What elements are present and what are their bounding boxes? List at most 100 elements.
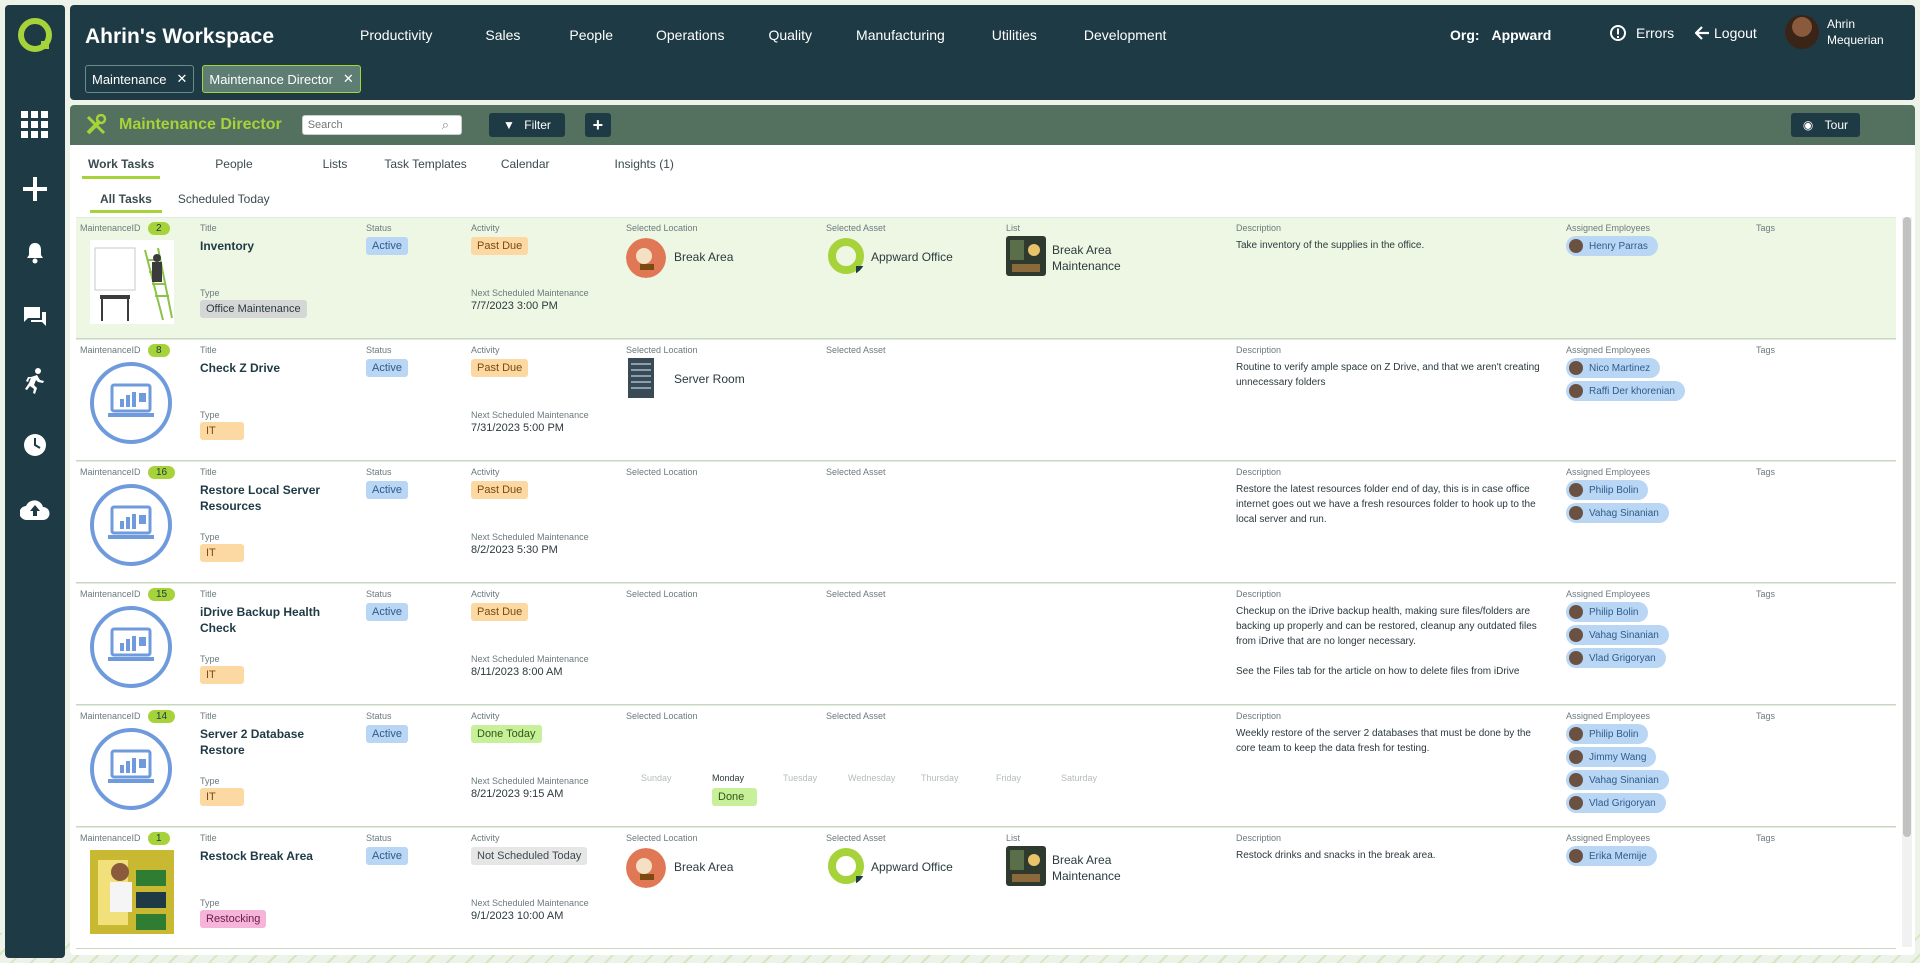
bell-icon[interactable] (13, 231, 57, 275)
nav-quality[interactable]: Quality (768, 27, 812, 43)
maintenance-id-badge: 8 (148, 344, 170, 357)
next-maintenance-date: 9/1/2023 10:00 AM (471, 910, 564, 922)
chip-maintenance[interactable]: Maintenance ✕ (85, 65, 195, 93)
table-row[interactable]: MaintenanceID 1 Title Restock Break Area… (76, 827, 1896, 949)
nav-people[interactable]: People (569, 27, 613, 43)
label-list: List (1006, 223, 1021, 233)
nav-manufacturing[interactable]: Manufacturing (856, 27, 945, 43)
label-list: List (1006, 833, 1021, 843)
employee-chip[interactable]: Philip Bolin (1566, 724, 1649, 744)
nav-productivity[interactable]: Productivity (360, 27, 432, 43)
table-row[interactable]: MaintenanceID 2 Title Inventory Type Off… (76, 217, 1896, 339)
tab-insights[interactable]: Insights (1) (615, 157, 674, 179)
employee-name: Vlad Grigoryan (1589, 797, 1656, 809)
search-icon[interactable]: ⌕ (442, 117, 449, 133)
task-title[interactable]: Check Z Drive (200, 360, 340, 376)
tour-button[interactable]: ◉ Tour (1790, 113, 1860, 137)
nav-development[interactable]: Development (1084, 27, 1167, 43)
label-maintenance-id: MaintenanceID (80, 223, 141, 233)
chip-maintenance-director[interactable]: Maintenance Director ✕ (202, 65, 361, 93)
table-row[interactable]: MaintenanceID 16 Title Restore Local Ser… (76, 461, 1896, 583)
task-title[interactable]: iDrive Backup Health Check (200, 604, 340, 636)
nav-operations[interactable]: Operations (656, 27, 724, 43)
employee-chip[interactable]: Vahag Sinanian (1566, 770, 1669, 790)
employee-chip[interactable]: Vahag Sinanian (1566, 503, 1669, 523)
task-description: Routine to verify ample space on Z Drive… (1236, 362, 1540, 388)
tour-label: Tour (1824, 118, 1848, 132)
appward-office-logo[interactable] (826, 846, 866, 886)
task-title[interactable]: Restore Local Server Resources (200, 482, 340, 514)
employee-chip[interactable]: Henry Parras (1566, 236, 1658, 256)
running-person-icon[interactable] (13, 359, 57, 403)
table-row[interactable]: MaintenanceID 8 Title Check Z Drive Type… (76, 339, 1896, 461)
tab-calendar[interactable]: Calendar (501, 157, 550, 179)
break-area-image[interactable] (626, 238, 666, 278)
plus-icon: + (592, 114, 604, 135)
scrollbar-thumb[interactable] (1903, 217, 1911, 837)
subtab-all-tasks[interactable]: All Tasks (90, 192, 162, 213)
break-area-image[interactable] (626, 848, 666, 888)
cloud-upload-icon[interactable] (13, 487, 57, 531)
close-icon[interactable]: ✕ (176, 71, 187, 87)
tab-work-tasks[interactable]: Work Tasks (82, 157, 161, 179)
tab-bar: Work Tasks People Lists Task Templates C… (82, 157, 674, 179)
employee-chip[interactable]: Vahag Sinanian (1566, 625, 1669, 645)
nav-sales[interactable]: Sales (485, 27, 520, 43)
appward-logo[interactable] (17, 17, 53, 53)
list-name[interactable]: Break Area Maintenance (1052, 852, 1142, 884)
avatar (1569, 750, 1583, 764)
tab-people[interactable]: People (215, 157, 252, 179)
maintenance-id-badge: 16 (148, 466, 176, 479)
next-maintenance-date: 8/21/2023 9:15 AM (471, 788, 564, 800)
employee-chip[interactable]: Erika Memije (1566, 846, 1657, 866)
label-maintenance-id: MaintenanceID (80, 345, 141, 355)
label-description: Description (1236, 589, 1282, 599)
task-title[interactable]: Inventory (200, 238, 340, 254)
scrollbar[interactable] (1902, 217, 1912, 947)
task-title[interactable]: Restock Break Area (200, 848, 340, 864)
label-next-maintenance: Next Scheduled Maintenance (471, 410, 589, 420)
employee-chip[interactable]: Raffi Der khorenian (1566, 381, 1685, 401)
add-task-button[interactable]: + (584, 113, 611, 137)
employee-chip[interactable]: Nico Martinez (1566, 358, 1661, 378)
label-description: Description (1236, 467, 1282, 477)
label-asset: Selected Asset (826, 345, 886, 355)
break-area-list-image[interactable] (1006, 236, 1046, 276)
errors-button[interactable]: Errors (1610, 25, 1674, 41)
location-name[interactable]: Server Room (674, 372, 745, 386)
appward-office-logo[interactable] (826, 236, 866, 276)
list-name[interactable]: Break Area Maintenance (1052, 242, 1142, 274)
filter-icon: ▼ (503, 118, 515, 132)
location-name[interactable]: Break Area (674, 860, 733, 874)
employee-chip[interactable]: Vlad Grigoryan (1566, 648, 1666, 668)
tab-task-templates[interactable]: Task Templates (384, 157, 466, 179)
filter-button[interactable]: ▼ Filter (489, 113, 565, 137)
employee-chip[interactable]: Philip Bolin (1566, 480, 1649, 500)
add-icon[interactable] (13, 167, 57, 211)
task-title[interactable]: Server 2 Database Restore (200, 726, 340, 758)
subtab-scheduled-today[interactable]: Scheduled Today (178, 192, 270, 213)
table-row[interactable]: MaintenanceID 15 Title iDrive Backup Hea… (76, 583, 1896, 705)
user-menu[interactable]: Ahrin Mequerian (1785, 15, 1897, 49)
employee-chip[interactable]: Philip Bolin (1566, 602, 1649, 622)
apps-grid-icon[interactable] (13, 103, 57, 147)
status-badge: Active (366, 603, 408, 621)
location-name[interactable]: Break Area (674, 250, 733, 264)
logout-button[interactable]: Logout (1695, 25, 1757, 41)
org-value: Appward (1491, 27, 1552, 43)
search-input[interactable] (301, 115, 462, 135)
task-description: Weekly restore of the server 2 databases… (1236, 728, 1531, 754)
asset-name[interactable]: Appward Office (871, 860, 953, 874)
employee-chip[interactable]: Jimmy Wang (1566, 747, 1657, 767)
table-row[interactable]: MaintenanceID 14 Title Server 2 Database… (76, 705, 1896, 827)
employee-chip[interactable]: Vlad Grigoryan (1566, 793, 1666, 813)
employee-name: Philip Bolin (1589, 728, 1639, 740)
chat-icon[interactable] (13, 295, 57, 339)
close-icon[interactable]: ✕ (343, 71, 354, 87)
server-room-image[interactable] (626, 358, 656, 398)
tab-lists[interactable]: Lists (323, 157, 348, 179)
asset-name[interactable]: Appward Office (871, 250, 953, 264)
break-area-list-image[interactable] (1006, 846, 1046, 886)
clock-icon[interactable] (13, 423, 57, 467)
nav-utilities[interactable]: Utilities (992, 27, 1037, 43)
